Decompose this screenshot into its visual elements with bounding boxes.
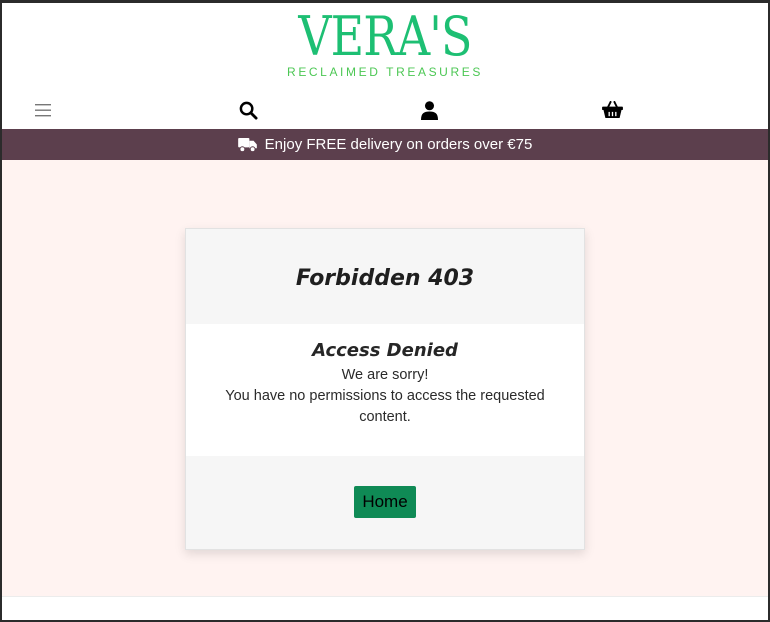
basket-icon [601, 101, 623, 119]
menu-icon [35, 103, 51, 116]
error-card-body: Access Denied We are sorry! You have no … [186, 324, 584, 456]
error-card: Forbidden 403 Access Denied We are sorry… [185, 228, 585, 550]
footer [2, 596, 768, 620]
error-message-line-1: We are sorry! [341, 367, 429, 383]
delivery-banner: Enjoy FREE delivery on orders over €75 [2, 129, 768, 160]
account-icon [420, 100, 438, 120]
site-logo[interactable]: VERA'S RECLAIMED TREASURES [2, 3, 768, 87]
error-subtitle: Access Denied [312, 340, 458, 361]
home-button[interactable]: Home [354, 485, 416, 518]
basket-button[interactable] [599, 97, 625, 123]
logo-tagline: RECLAIMED TREASURES [287, 65, 483, 79]
error-message: We are sorry! You have no permissions to… [204, 365, 566, 428]
truck-icon [237, 137, 257, 152]
search-button[interactable] [235, 97, 261, 123]
main-content: Forbidden 403 Access Denied We are sorry… [2, 160, 768, 596]
logo-title: VERA'S [298, 5, 472, 68]
error-card-header: Forbidden 403 [186, 229, 584, 324]
search-icon [239, 101, 258, 120]
main-nav [2, 91, 768, 129]
error-message-line-2: You have no permissions to access the re… [225, 388, 545, 425]
error-title: Forbidden 403 [295, 266, 475, 291]
page: VERA'S RECLAIMED TREASURES Enjoy FREE de… [2, 3, 768, 620]
error-card-footer: Home [186, 456, 584, 549]
delivery-banner-text: Enjoy FREE delivery on orders over €75 [264, 136, 533, 153]
menu-toggle-button[interactable] [30, 97, 56, 123]
account-button[interactable] [416, 97, 442, 123]
